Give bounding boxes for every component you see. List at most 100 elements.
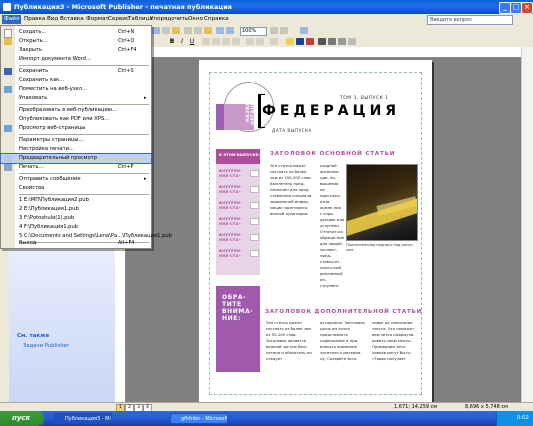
line-style-icon[interactable] <box>318 38 326 45</box>
menu-item-new[interactable]: Создать... Ctrl+N <box>1 28 151 38</box>
menu-item-publish-web[interactable]: Поместить на веб-узел... <box>1 85 151 94</box>
menu-item-open[interactable]: Открыть... Ctrl+O <box>1 37 151 46</box>
menu-item-label: Импорт документа Word... <box>19 56 91 62</box>
menu-item-label: Открыть... <box>19 38 48 44</box>
align-left-icon[interactable] <box>202 38 210 45</box>
zoom-select[interactable]: 100% <box>240 27 267 36</box>
photo-caption[interactable]: Пояснительная подпись под рисун-ком. <box>346 243 420 253</box>
menu-item-print[interactable]: Печать... Ctrl+P <box>1 163 151 172</box>
menu-item-label: Настройка печати... <box>19 146 74 152</box>
menu-item-properties[interactable]: Свойства <box>1 184 151 193</box>
main-article-column-1[interactable]: Эта статья может состоять из более чем и… <box>270 163 314 217</box>
menu-item-web-preview[interactable]: Просмотр веб-страницы <box>1 124 151 133</box>
menu-edit[interactable]: Правка <box>22 15 47 24</box>
menu-item-print-preview[interactable]: Предварительный просмотр <box>0 153 152 164</box>
close-button[interactable]: × <box>521 2 533 14</box>
menu-item-exit[interactable]: Выход Alt+F4 <box>1 239 151 248</box>
numbering-icon[interactable] <box>246 38 254 45</box>
paste-icon[interactable] <box>204 27 212 34</box>
secondary-article-headline[interactable]: ЗАГОЛОВОК ДОПОЛНИТЕЛЬНОЙ СТАТЬИ <box>265 309 422 315</box>
arrow-style-icon[interactable] <box>338 38 346 45</box>
align-center-icon[interactable] <box>212 38 220 45</box>
save-icon <box>4 68 12 75</box>
underline-icon[interactable]: U <box>188 38 196 45</box>
vertical-scrollbar[interactable] <box>521 47 533 402</box>
menu-item-label: Параметры страницы... <box>19 137 84 143</box>
font-color-icon[interactable] <box>306 38 314 45</box>
shadow-style-icon[interactable] <box>348 38 356 45</box>
horizontal-ruler[interactable] <box>125 47 521 58</box>
print-icon[interactable] <box>152 27 160 34</box>
menu-item-shortcut: Ctrl+F4 <box>118 48 137 53</box>
taskbar-task-publisher[interactable]: Публикация3 - Micro... <box>54 413 112 424</box>
align-right-icon[interactable] <box>222 38 230 45</box>
menu-item-save[interactable]: Сохранить Ctrl+S <box>1 67 151 76</box>
globe-icon <box>4 86 12 93</box>
line-color-icon[interactable] <box>296 38 304 45</box>
menu-item-close[interactable]: Закрыть Ctrl+F4 <box>1 46 151 55</box>
cut-icon[interactable] <box>184 27 192 34</box>
secondary-article-column-1[interactable]: Эта статья может состоять из более чем и… <box>266 320 314 362</box>
menu-item-page-setup[interactable]: Параметры страницы... <box>1 136 151 145</box>
start-button[interactable]: пуск <box>0 411 44 426</box>
zoom-out-icon[interactable] <box>270 27 278 34</box>
page-number-box <box>250 202 259 209</box>
main-article-column-2[interactable]: сходной организа-ции, по-вышения ее прес… <box>320 163 344 289</box>
printer-icon <box>4 164 12 171</box>
menu-separator <box>19 173 149 174</box>
open-folder-icon <box>4 38 12 45</box>
menu-file[interactable]: Файл <box>2 15 22 24</box>
task-pane-background <box>9 247 115 402</box>
secondary-article-column-3[interactable]: ловок до написания текста. Это поможет в… <box>372 320 418 362</box>
redo-icon[interactable] <box>226 27 234 34</box>
main-article-headline[interactable]: ЗАГОЛОВОК ОСНОВНОЙ СТАТЬИ <box>270 151 395 157</box>
undo-icon[interactable] <box>216 27 224 34</box>
taskbar-task-word[interactable]: gfhfnbn - Microsoft ... <box>170 413 228 424</box>
contents-header: В ЭТОМ ВЫПУСКЕ: <box>216 149 260 164</box>
article-photo[interactable] <box>346 164 418 241</box>
help-icon[interactable] <box>300 27 308 34</box>
menu-item-label: Свойства <box>19 185 45 191</box>
menu-item-publish-pdf[interactable]: Опубликовать как PDF или XPS... <box>1 115 151 124</box>
menu-item-print-setup[interactable]: Настройка печати... <box>1 145 151 154</box>
publisher-app-icon <box>3 3 11 11</box>
menu-item-convert-web[interactable]: Преобразовать в веб-публикацию... <box>1 106 151 115</box>
menu-item-pack[interactable]: Упаковать ▸ <box>1 94 151 103</box>
menu-help[interactable]: Справка <box>202 15 231 24</box>
contents-item: ВНУТРЕН- НЯЯ СТА- <box>219 233 242 242</box>
zoom-in-icon[interactable] <box>280 27 288 34</box>
attention-sidebar[interactable]: ОБРА- ТИТЕ ВНИМА- НИЕ: <box>216 286 260 372</box>
menu-item-label: Поместить на веб-узел... <box>19 86 87 92</box>
issue-label[interactable]: ТОМ 1, ВЫПУСК 1 <box>340 96 389 101</box>
menu-item-import-word[interactable]: Импорт документа Word... <box>1 55 151 64</box>
copy-icon[interactable] <box>194 27 202 34</box>
spell-icon[interactable] <box>172 27 180 34</box>
menu-item-shortcut: Alt+F4 <box>118 241 135 246</box>
publisher-tasks-link[interactable]: Задачи Publisher <box>23 343 69 349</box>
page-number-box <box>250 234 259 241</box>
menu-item-recent-1[interactable]: 1 E:\МП\Публикация2.pub <box>1 196 151 205</box>
publication-title[interactable]: ФЕДЕРАЦИЯ <box>262 103 400 119</box>
italic-icon[interactable]: I <box>178 38 186 45</box>
menu-item-save-as[interactable]: Сохранить как... <box>1 76 151 85</box>
bullets-icon[interactable] <box>256 38 264 45</box>
organization-name[interactable]: НАЗВАНИЕ ОРГАНИЗАЦИИ <box>246 80 256 125</box>
contents-sidebar[interactable]: В ЭТОМ ВЫПУСКЕ: ВНУТРЕН- НЯЯ СТА- ВНУТРЕ… <box>216 149 260 275</box>
bold-icon[interactable]: B <box>168 38 176 45</box>
justify-icon[interactable] <box>232 38 240 45</box>
page-number-box <box>250 250 259 257</box>
contents-item: ВНУТРЕН- НЯЯ СТА- <box>219 201 242 210</box>
help-search-input[interactable]: Введите вопрос <box>427 15 513 25</box>
menu-arrange[interactable]: Упорядочить <box>148 15 190 24</box>
menu-item-recent-4[interactable]: 4 F:\Публикация1.pub <box>1 223 151 232</box>
secondary-article-column-2[interactable]: осторожно. Заголовок долж-ен точно предс… <box>320 320 366 362</box>
menu-item-recent-2[interactable]: 2 E:\Публикация1.pub <box>1 205 151 214</box>
preview-icon[interactable] <box>162 27 170 34</box>
issue-date[interactable]: ДАТА ВЫПУСКА <box>272 128 312 133</box>
menu-item-recent-3[interactable]: 3 F:\Potoshule(1).pub <box>1 214 151 223</box>
menu-item-send[interactable]: Отправить сообщение ▸ <box>1 175 151 184</box>
dash-style-icon[interactable] <box>328 38 336 45</box>
indent-icon[interactable] <box>270 38 278 45</box>
menu-insert[interactable]: Вставка <box>58 15 86 24</box>
fill-color-icon[interactable] <box>286 38 294 45</box>
